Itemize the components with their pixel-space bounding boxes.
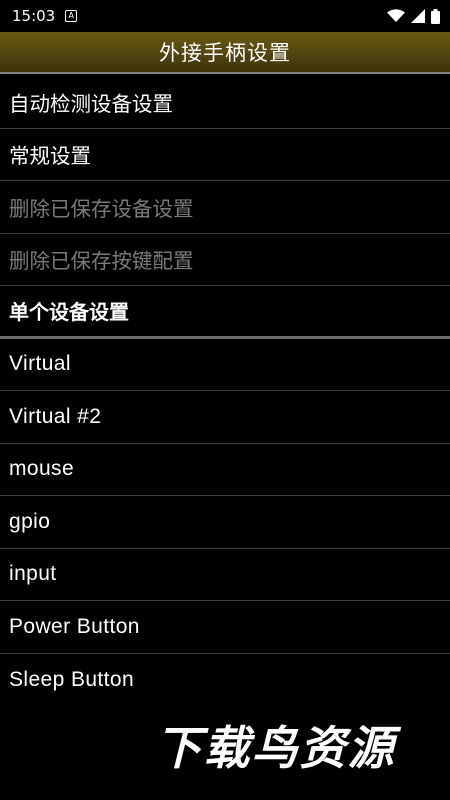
setting-label: 常规设置 [9, 144, 91, 169]
device-item-gpio[interactable]: gpio [0, 496, 450, 549]
page-title: 外接手柄设置 [159, 41, 291, 65]
setting-delete-device-settings: 删除已保存设备设置 [0, 181, 450, 234]
device-item-input[interactable]: input [0, 549, 450, 601]
status-time: 15:03 [12, 7, 56, 25]
device-item-power-button[interactable]: Power Button [0, 601, 450, 654]
device-label: Virtual [9, 352, 71, 376]
setting-general[interactable]: 常规设置 [0, 129, 450, 181]
settings-list: 自动检测设备设置 常规设置 删除已保存设备设置 删除已保存按键配置 单个设备设置… [0, 76, 450, 706]
device-item-mouse[interactable]: mouse [0, 444, 450, 496]
setting-label: 删除已保存按键配置 [9, 249, 194, 274]
setting-delete-key-config: 删除已保存按键配置 [0, 234, 450, 286]
device-label: mouse [9, 457, 75, 481]
device-label: Virtual #2 [9, 404, 102, 428]
setting-label: 删除已保存设备设置 [9, 196, 194, 221]
device-item-virtual[interactable]: Virtual [0, 339, 450, 391]
section-header-label: 单个设备设置 [9, 300, 129, 325]
screen: 15:03 A 外接手柄设置 自动检测设备设置 常规设置 删除已保存设备设置 删… [0, 0, 450, 800]
setting-auto-detect[interactable]: 自动检测设备设置 [0, 76, 450, 129]
status-icons [387, 8, 440, 24]
title-bar: 外接手柄设置 [0, 32, 450, 74]
watermark: 下载鸟资源 [155, 721, 396, 775]
device-label: Sleep Button [9, 667, 135, 691]
device-label: Power Button [9, 614, 140, 638]
section-header-single-device: 单个设备设置 [0, 286, 450, 339]
device-item-virtual-2[interactable]: Virtual #2 [0, 391, 450, 444]
device-label: gpio [9, 509, 51, 533]
wifi-icon [387, 9, 405, 22]
device-item-sleep-button[interactable]: Sleep Button [0, 654, 450, 707]
notification-a-icon: A [65, 10, 78, 22]
device-label: input [9, 562, 57, 586]
setting-label: 自动检测设备设置 [9, 91, 173, 116]
battery-icon [431, 8, 440, 24]
signal-icon [411, 9, 425, 23]
status-bar: 15:03 A [0, 0, 450, 32]
